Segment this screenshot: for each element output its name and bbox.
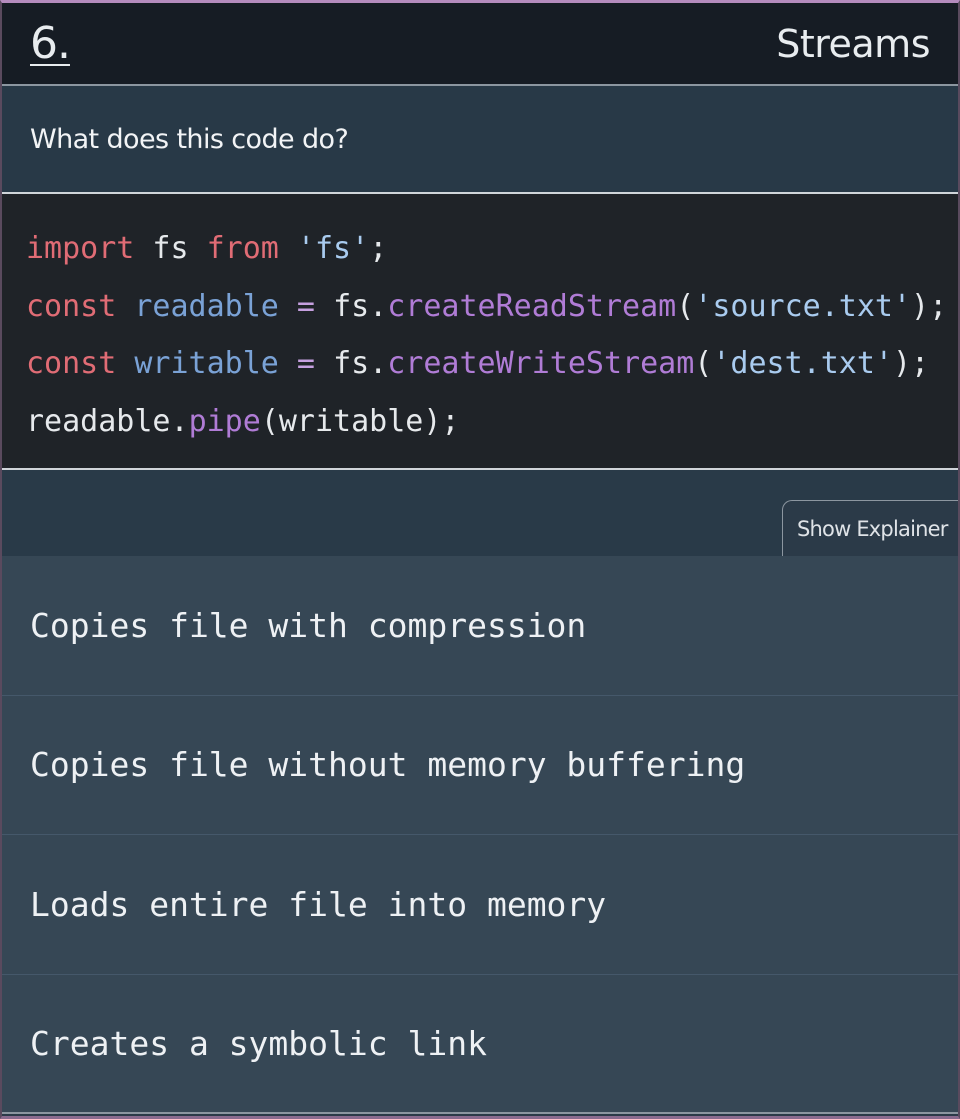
code-line-4: readable.pipe(writable); xyxy=(26,393,958,451)
answer-option[interactable]: Loads entire file into memory xyxy=(2,835,958,975)
code-token: writable xyxy=(134,346,279,381)
quiz-card: 6. Streams What does this code do? impor… xyxy=(0,0,960,1119)
code-token: ( xyxy=(676,288,695,324)
question-topic: Streams xyxy=(776,21,930,66)
code-token: createWriteStream xyxy=(387,346,695,381)
answer-options: Copies file with compression Copies file… xyxy=(2,556,958,1114)
answer-option[interactable]: Copies file without memory buffering xyxy=(2,696,958,835)
answer-option[interactable]: Creates a symbolic link xyxy=(2,975,958,1114)
question-prompt: What does this code do? xyxy=(30,123,349,155)
code-token: const xyxy=(26,346,117,381)
answer-option[interactable]: Copies file with compression xyxy=(2,556,958,696)
code-block: import fs from 'fs'; const readable = fs.… xyxy=(2,194,958,470)
code-token: ); xyxy=(911,288,948,324)
code-token: createReadStream xyxy=(387,288,677,324)
code-token: import xyxy=(26,231,135,266)
code-token: 'fs' xyxy=(296,231,370,266)
code-token: readable. xyxy=(26,403,189,439)
code-token: fs. xyxy=(333,288,388,324)
code-token: fs. xyxy=(333,346,388,381)
code-token: 'dest.txt' xyxy=(712,346,893,381)
question-prompt-panel: What does this code do? xyxy=(2,86,958,194)
code-token: ( xyxy=(694,346,713,381)
code-token: from xyxy=(206,231,279,266)
code-token: ; xyxy=(369,231,388,266)
code-token: fs xyxy=(134,231,207,266)
code-token: = xyxy=(278,346,334,381)
code-token: 'source.txt' xyxy=(694,288,912,324)
code-token: ); xyxy=(892,346,930,381)
code-line-1: import fs from 'fs'; xyxy=(26,220,958,278)
code-line-2: const readable = fs.createReadStream('so… xyxy=(26,278,958,336)
code-token: = xyxy=(278,288,334,324)
question-number: 6. xyxy=(30,18,71,69)
question-header: 6. Streams xyxy=(2,3,958,86)
code-line-3: const writable = fs.createWriteStream('d… xyxy=(26,335,958,393)
code-token: const xyxy=(26,288,117,324)
explainer-bar: Show Explainer xyxy=(2,470,958,556)
code-token: pipe xyxy=(188,403,261,439)
show-explainer-button[interactable]: Show Explainer xyxy=(782,500,958,556)
code-token: (writable); xyxy=(260,403,460,439)
code-token: readable xyxy=(134,288,279,324)
